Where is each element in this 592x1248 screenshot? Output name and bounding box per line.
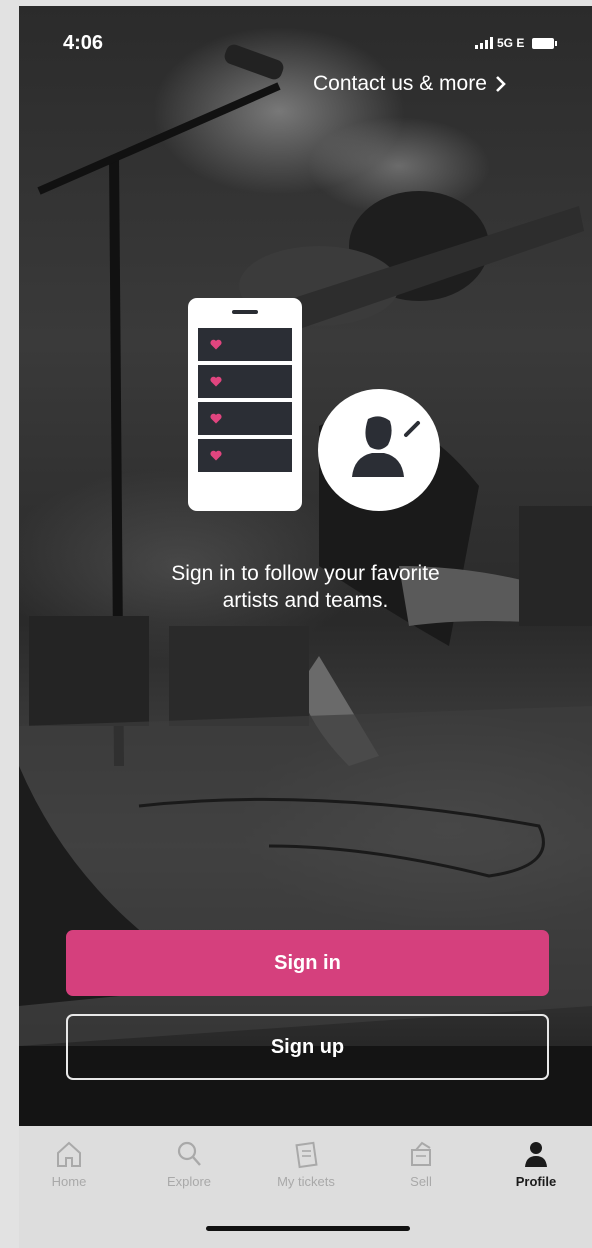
- home-icon: [57, 1141, 81, 1167]
- sign-in-prompt: Sign in to follow your favorite artists …: [19, 560, 592, 614]
- sign-in-button[interactable]: Sign in: [66, 930, 549, 996]
- favorite-row: [198, 328, 292, 361]
- favorite-row: [198, 439, 292, 472]
- contact-us-link[interactable]: Contact us & more: [313, 72, 507, 96]
- tab-sell-label: Sell: [410, 1174, 432, 1189]
- tab-my-tickets-label: My tickets: [277, 1174, 335, 1189]
- network-label: 5G E: [497, 36, 525, 50]
- battery-icon: [532, 37, 558, 49]
- tab-explore-label: Explore: [166, 1174, 212, 1189]
- tab-profile-label: Profile: [515, 1174, 557, 1189]
- phone-speaker: [232, 310, 258, 314]
- tab-home-label: Home: [51, 1174, 87, 1189]
- heart-icon: [210, 376, 222, 387]
- user-edit-icon: [318, 389, 440, 511]
- tab-home[interactable]: Home: [19, 1136, 119, 1189]
- search-icon: [177, 1141, 201, 1166]
- heart-icon: [210, 339, 222, 350]
- favorite-row: [198, 365, 292, 398]
- tab-explore[interactable]: Explore: [139, 1136, 239, 1189]
- chevron-right-icon: [495, 76, 506, 92]
- signal-icon: [475, 37, 493, 49]
- heart-icon: [210, 413, 222, 424]
- sell-icon: [411, 1141, 431, 1166]
- tab-sell[interactable]: Sell: [371, 1136, 471, 1189]
- status-indicators: 5G E: [475, 36, 558, 50]
- favorite-row: [198, 402, 292, 435]
- profile-icon: [525, 1142, 547, 1167]
- prompt-line-2: artists and teams.: [222, 589, 389, 612]
- tab-profile[interactable]: Profile: [486, 1136, 586, 1189]
- status-time: 4:06: [63, 32, 104, 54]
- home-indicator: [206, 1226, 410, 1231]
- app-screen: 4:06 5G E Contact us & more Sign in to f…: [19, 6, 592, 1248]
- phone-favorites-icon: [188, 298, 302, 511]
- sign-up-button[interactable]: Sign up: [66, 1014, 549, 1080]
- tab-my-tickets[interactable]: My tickets: [256, 1136, 356, 1189]
- prompt-line-1: Sign in to follow your favorite: [171, 562, 440, 585]
- tickets-icon: [295, 1141, 318, 1169]
- heart-icon: [210, 450, 222, 461]
- contact-us-label: Contact us & more: [313, 72, 487, 95]
